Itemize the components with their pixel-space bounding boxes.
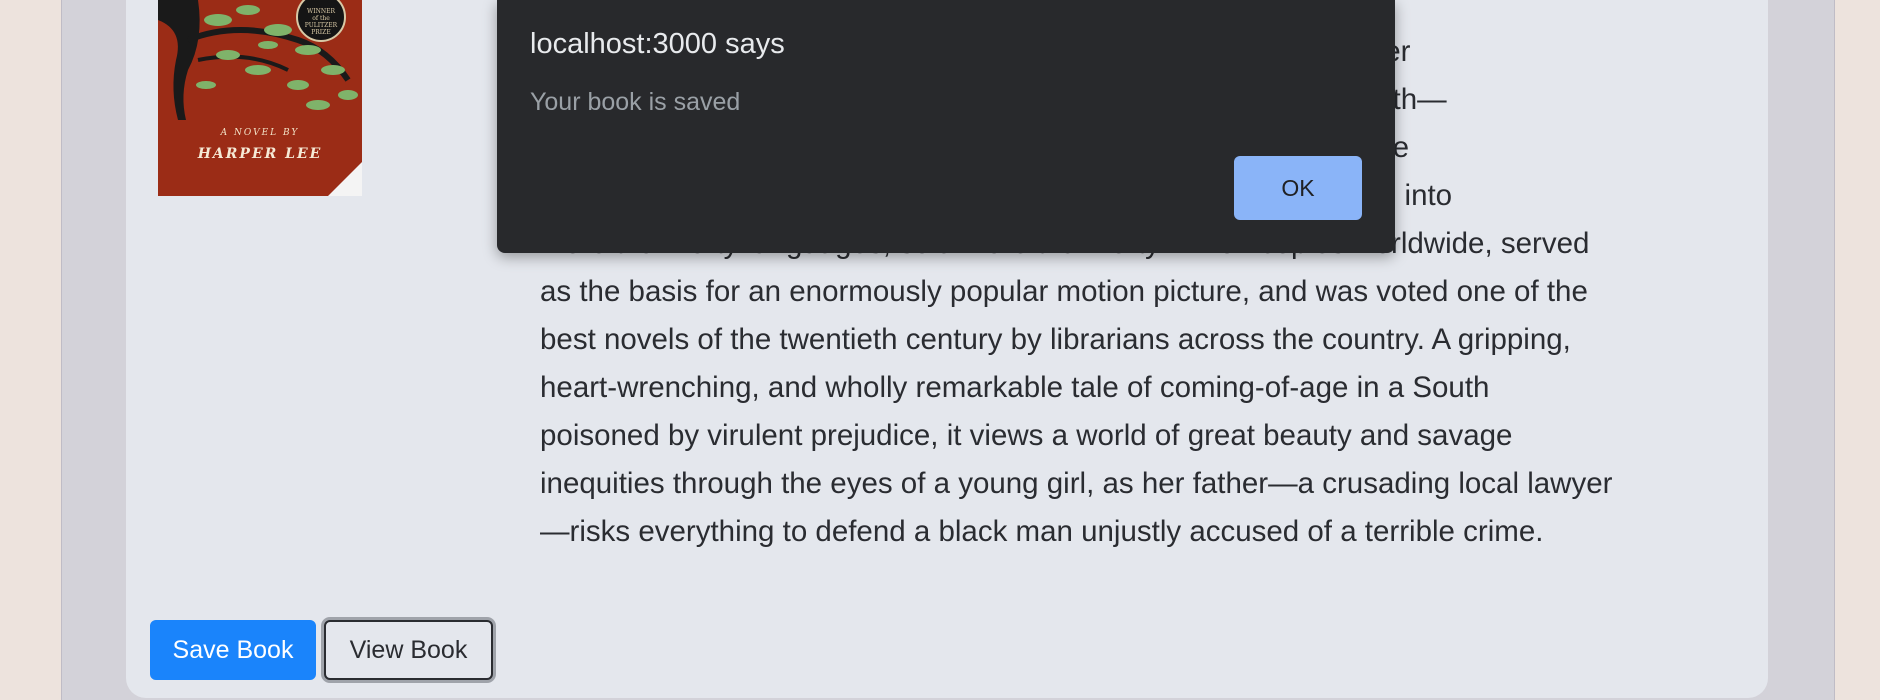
description-line: —risks everything to defend a black man … (540, 515, 1544, 548)
cover-author: HARPER LEE (197, 146, 323, 162)
description-line: best novels of the twentieth century by … (540, 323, 1571, 356)
cover-subtitle: A NOVEL BY (220, 128, 300, 138)
save-book-button[interactable]: Save Book (150, 620, 316, 680)
description-line: inequities through the eyes of a young g… (540, 467, 1613, 500)
view-book-button[interactable]: View Book (324, 620, 493, 680)
book-cover-image: WINNER of the PULITZER PRIZE A NOVEL BY HAR… (158, 0, 362, 196)
dialog-message: Your book is saved (530, 88, 741, 116)
description-line: poisoned by virulent prejudice, it views… (540, 419, 1513, 452)
description-line: heart-wrenching, and wholly remarkable t… (540, 371, 1490, 404)
description-line: as the basis for an enormously popular m… (540, 275, 1588, 308)
ok-button[interactable]: OK (1234, 156, 1362, 220)
alert-dialog: localhost:3000 says Your book is saved O… (497, 0, 1395, 253)
page-curl (328, 162, 362, 196)
dialog-origin: localhost:3000 says (530, 28, 785, 60)
